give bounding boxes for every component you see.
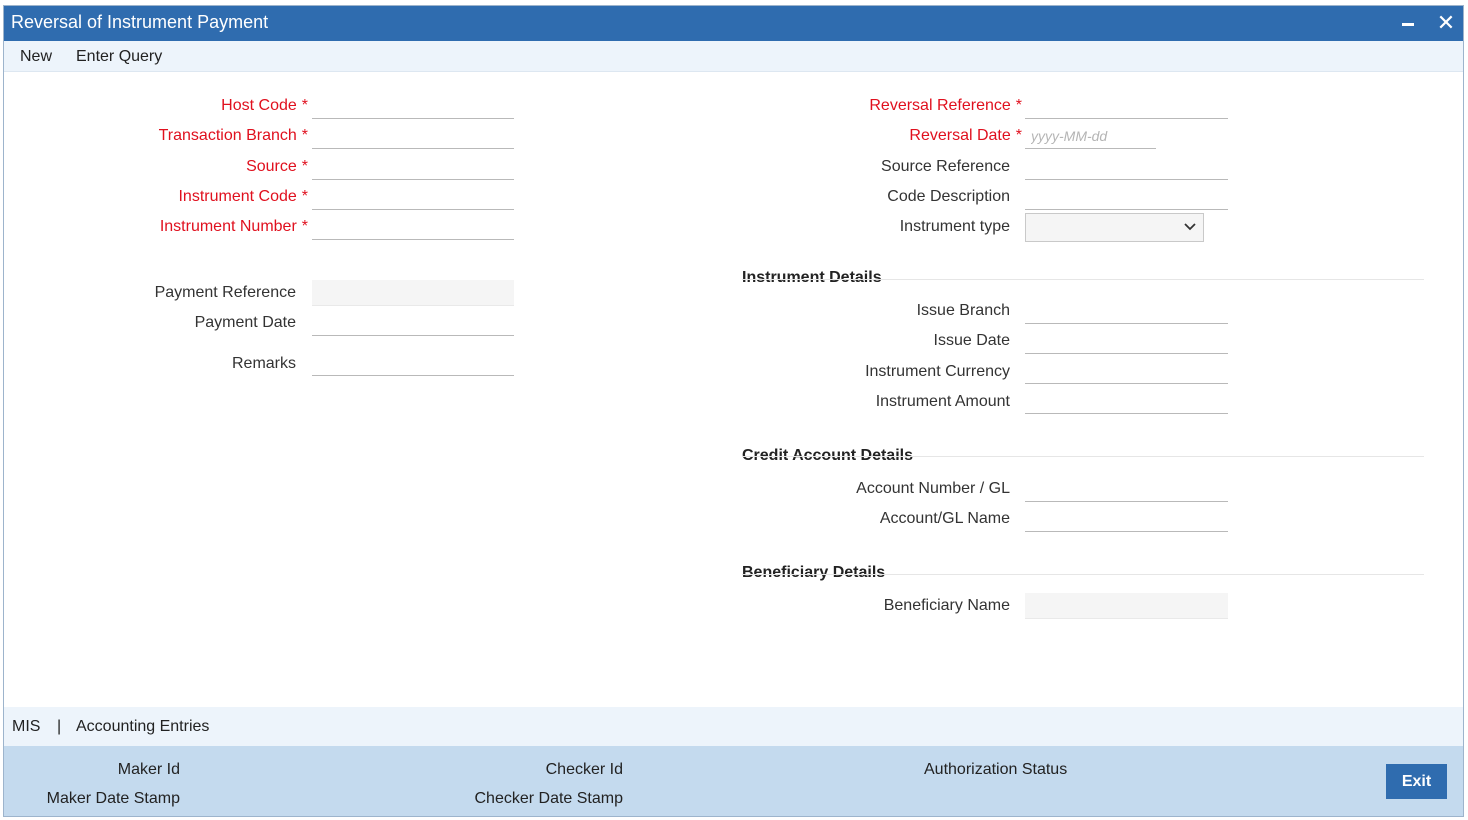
remarks-input[interactable] xyxy=(312,350,514,376)
beneficiary-details-title: Beneficiary Details xyxy=(742,564,886,581)
minimize-button[interactable] xyxy=(1393,8,1423,38)
host-code-label: Host Code * xyxy=(221,97,308,114)
checker-id-label: Checker Id xyxy=(545,761,623,778)
account-number-input[interactable] xyxy=(1025,476,1228,502)
instrument-code-input[interactable] xyxy=(312,184,514,210)
instrument-number-label: Instrument Number * xyxy=(159,218,308,235)
subsystem-tabs-bar: MIS | Accounting Entries xyxy=(4,707,1463,746)
code-description-input[interactable] xyxy=(1025,184,1228,210)
instrument-type-label: Instrument type xyxy=(899,218,1010,235)
chevron-down-icon xyxy=(1184,223,1196,231)
instrument-details-title: Instrument Details xyxy=(742,269,882,286)
window-title: Reversal of Instrument Payment xyxy=(11,12,269,32)
host-code-input[interactable] xyxy=(312,93,514,119)
remarks-label: Remarks xyxy=(231,355,296,372)
instrument-currency-label: Instrument Currency xyxy=(865,363,1010,380)
tab-separator: | xyxy=(57,718,62,735)
reversal-window: Reversal of Instrument Payment ✕ New Ent… xyxy=(3,5,1464,817)
instrument-code-label: Instrument Code * xyxy=(178,188,308,205)
section-divider xyxy=(742,279,1424,280)
instrument-amount-input[interactable] xyxy=(1025,388,1228,414)
instrument-currency-input[interactable] xyxy=(1025,358,1228,384)
payment-reference-input xyxy=(312,280,514,306)
issue-date-label: Issue Date xyxy=(933,332,1010,349)
minimize-icon xyxy=(1402,23,1414,27)
instrument-type-select[interactable] xyxy=(1025,213,1204,242)
payment-date-label: Payment Date xyxy=(194,314,296,331)
new-menu-item[interactable]: New xyxy=(20,48,52,66)
beneficiary-name-input xyxy=(1025,593,1228,619)
account-name-label: Account/GL Name xyxy=(879,510,1010,527)
payment-date-input[interactable] xyxy=(312,310,514,336)
maker-date-stamp-label: Maker Date Stamp xyxy=(46,790,180,807)
reversal-reference-label: Reversal Reference * xyxy=(869,97,1022,114)
maker-id-label: Maker Id xyxy=(117,761,180,778)
beneficiary-name-label: Beneficiary Name xyxy=(883,597,1010,614)
reversal-date-label: Reversal Date * xyxy=(909,127,1022,144)
code-description-label: Code Description xyxy=(887,188,1010,205)
accounting-entries-tab[interactable]: Accounting Entries xyxy=(76,718,209,736)
title-bar: Reversal of Instrument Payment ✕ xyxy=(4,6,1463,41)
account-number-label: Account Number / GL xyxy=(856,480,1010,497)
source-label: Source * xyxy=(246,158,308,175)
section-divider xyxy=(742,456,1424,457)
issue-branch-input[interactable] xyxy=(1025,298,1228,324)
source-reference-input[interactable] xyxy=(1025,154,1228,180)
enter-query-menu-item[interactable]: Enter Query xyxy=(76,48,162,66)
reversal-date-input[interactable] xyxy=(1025,123,1156,149)
audit-footer: Maker Id Maker Date Stamp Checker Id Che… xyxy=(4,746,1463,816)
source-input[interactable] xyxy=(312,154,514,180)
authorization-status-label: Authorization Status xyxy=(924,761,1068,778)
menu-bar: New Enter Query xyxy=(4,41,1463,72)
exit-button[interactable]: Exit xyxy=(1386,764,1447,799)
section-divider xyxy=(742,574,1424,575)
source-reference-label: Source Reference xyxy=(881,158,1010,175)
payment-reference-label: Payment Reference xyxy=(154,284,296,301)
mis-tab[interactable]: MIS xyxy=(12,718,40,736)
transaction-branch-input[interactable] xyxy=(312,123,514,149)
instrument-amount-label: Instrument Amount xyxy=(875,393,1010,410)
account-name-input[interactable] xyxy=(1025,506,1228,532)
issue-branch-label: Issue Branch xyxy=(916,302,1010,319)
reversal-reference-input[interactable] xyxy=(1025,93,1228,119)
close-button[interactable]: ✕ xyxy=(1431,8,1461,38)
instrument-number-input[interactable] xyxy=(312,214,514,240)
transaction-branch-label: Transaction Branch * xyxy=(158,127,308,144)
issue-date-input[interactable] xyxy=(1025,328,1228,354)
checker-date-stamp-label: Checker Date Stamp xyxy=(474,790,623,807)
close-icon: ✕ xyxy=(1436,10,1456,35)
